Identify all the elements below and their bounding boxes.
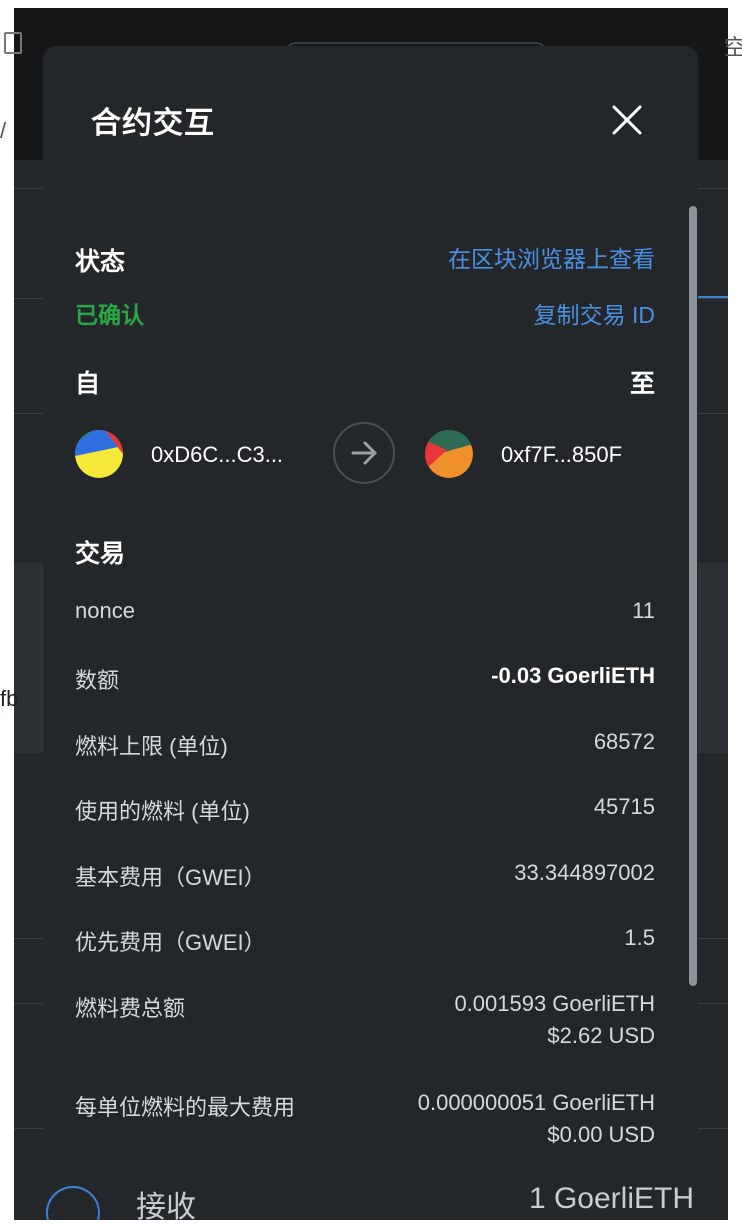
tx-row-base-fee: 基本费用（GWEI） 33.344897002 [75,860,655,900]
tx-row-value: 68572 [593,729,655,754]
tx-row-amount: 数额 -0.03 GoerliETH [75,663,655,703]
tx-row-value: 0.000000051 GoerliETH [417,1090,655,1115]
from-label: 自 [75,370,101,398]
tx-row-value: 45715 [593,794,655,819]
tx-row-key: 数额 [75,668,120,693]
tx-row-max-fee-per-gas: 每单位燃料的最大费用 0.000000051 GoerliETH $0.00 U… [75,1090,655,1162]
background-fragment: / [0,118,7,143]
from-avatar [75,430,123,478]
tx-row-value: 11 [632,598,655,623]
tx-row-value: 33.344897002 [514,860,655,885]
modal-content: 状态 在区块浏览器上查看 已确认 复制交易 ID 自 至 0xD6C...C3.… [75,46,655,1173]
copy-tx-id-link[interactable]: 复制交易 ID [534,296,655,330]
contract-interaction-modal: 合约交互 状态 在区块浏览器上查看 已确认 复制交易 ID 自 至 0xD6C.… [43,46,698,1173]
tx-row-key: 使用的燃料 (单位) [75,799,250,824]
tx-row-priority-fee: 优先费用（GWEI） 1.5 [75,925,655,965]
tx-row-key: 燃料费总额 [75,996,186,1021]
tx-row-nonce: nonce 11 [75,598,655,638]
background-fragment: 空 [724,35,742,60]
status-value: 已确认 [75,302,144,328]
browser-window-icon [4,32,22,54]
tx-row-key: 基本费用（GWEI） [75,865,266,890]
tx-row-total-gas-fee: 燃料费总额 0.001593 GoerliETH $2.62 USD [75,991,655,1063]
tx-row-gas-used: 使用的燃料 (单位) 45715 [75,794,655,834]
from-address[interactable]: 0xD6C...C3... [151,442,283,468]
receive-label: 接收 [136,1191,196,1220]
arrow-right-icon [351,441,377,465]
tx-row-key: nonce [75,598,135,623]
view-on-explorer-link[interactable]: 在区块浏览器上查看 [448,240,655,274]
background-receive-row[interactable]: 接收 1 GoerliETH [14,1176,728,1220]
arrow-circle [333,422,395,484]
to-label: 至 [629,370,655,398]
tx-row-gas-limit: 燃料上限 (单位) 68572 [75,729,655,769]
tx-row-key: 每单位燃料的最大费用 [75,1095,296,1120]
background-fragment: fb [0,686,19,711]
to-address[interactable]: 0xf7F...850F [501,442,622,468]
receive-amount: 1 GoerliETH [528,1182,694,1215]
browser-top-edge [0,0,742,8]
tx-row-value: -0.03 GoerliETH [491,663,655,688]
tx-row-value-fiat: $0.00 USD [547,1122,655,1147]
to-avatar [425,430,473,478]
transaction-label: 交易 [75,540,126,568]
status-label: 状态 [75,248,126,276]
tx-row-value-fiat: $2.62 USD [547,1023,655,1048]
tx-row-value: 1.5 [624,925,655,950]
tx-row-key: 优先费用（GWEI） [75,930,266,955]
tx-row-value: 0.001593 GoerliETH [454,991,655,1016]
modal-scrollbar[interactable] [689,206,697,986]
tx-row-key: 燃料上限 (单位) [75,734,228,759]
receive-icon [46,1186,100,1220]
